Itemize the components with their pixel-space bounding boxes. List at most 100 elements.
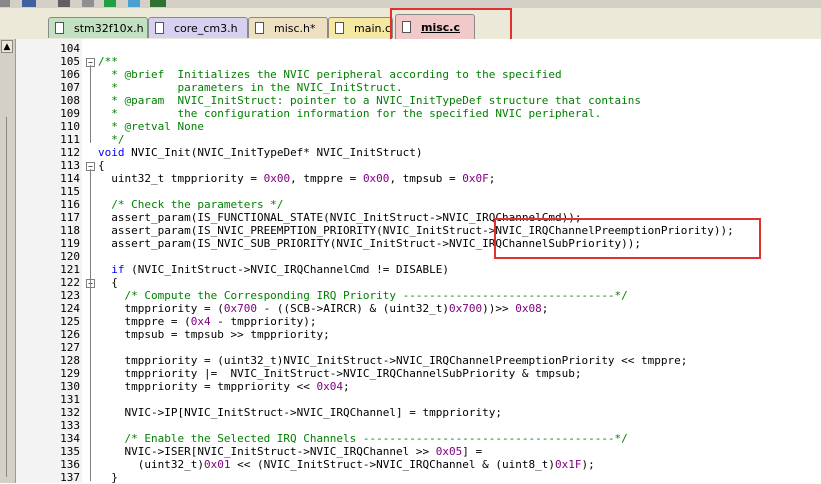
code-line[interactable]: { — [98, 276, 118, 289]
code-token: NVIC->ISER[NVIC_InitStruct->NVIC_IRQChan… — [98, 445, 436, 458]
tab-label: core_cm3.h — [174, 21, 238, 35]
target-icon[interactable] — [150, 0, 166, 7]
code-token: * @param NVIC_InitStruct: pointer to a N… — [98, 94, 642, 107]
tab-misc-h[interactable]: misc.h* — [248, 17, 328, 38]
line-number: 117 — [60, 211, 80, 224]
line-number: 133 — [60, 419, 80, 432]
line-number: 104 — [60, 42, 80, 55]
line-number: 118 — [60, 224, 80, 237]
window-icon[interactable] — [58, 0, 70, 7]
code-token: 0x0F — [462, 172, 489, 185]
code-line[interactable]: * @brief Initializes the NVIC peripheral… — [98, 68, 562, 81]
line-number: 129 — [60, 367, 80, 380]
project-panel-edge: ▲ — [0, 39, 16, 483]
code-token: void — [98, 146, 125, 159]
code-line[interactable]: tmppre = (0x4 - tmppriority); — [98, 315, 317, 328]
code-token: , tmpsub = — [389, 172, 463, 185]
code-line[interactable]: (uint32_t)0x01 << (NVIC_InitStruct->NVIC… — [98, 458, 595, 471]
code-line[interactable]: * the configuration information for the … — [98, 107, 601, 120]
code-line[interactable]: { — [98, 159, 105, 172]
code-line[interactable]: tmppriority = (uint32_t)NVIC_InitStruct-… — [98, 354, 687, 367]
config-icon[interactable] — [128, 0, 140, 7]
line-number: 113 — [60, 159, 80, 172]
document-icon — [255, 22, 264, 34]
line-number: 124 — [60, 302, 80, 315]
code-token: /* Compute the Corresponding IRQ Priorit… — [98, 289, 628, 302]
code-line[interactable]: tmpsub = tmpsub >> tmppriority; — [98, 328, 329, 341]
line-number: 135 — [60, 445, 80, 458]
code-line[interactable]: tmppriority = tmppriority << 0x04; — [98, 380, 350, 393]
code-token: 0x00 — [362, 172, 390, 185]
tab-core-cm3-h[interactable]: core_cm3.h — [148, 17, 248, 38]
code-token: 0x700 — [223, 302, 257, 315]
tab-stm32f10x-h[interactable]: stm32f10x.h — [48, 17, 148, 38]
code-line[interactable]: /* Enable the Selected IRQ Channels ----… — [98, 432, 628, 445]
code-line[interactable]: NVIC->ISER[NVIC_InitStruct->NVIC_IRQChan… — [98, 445, 482, 458]
line-number: 116 — [60, 198, 80, 211]
code-token: (NVIC_InitStruct->NVIC_IRQChannelCmd != … — [124, 263, 450, 276]
scroll-up-arrow-icon[interactable]: ▲ — [1, 40, 13, 53]
tab-label: main.c — [354, 21, 392, 35]
toolbar — [0, 0, 821, 8]
debug-icon[interactable] — [22, 0, 36, 7]
code-line[interactable]: * @retval None — [98, 120, 204, 133]
code-token: - ((SCB->AIRCR) & (uint32_t) — [256, 302, 450, 315]
code-line[interactable]: if (NVIC_InitStruct->NVIC_IRQChannelCmd … — [98, 263, 449, 276]
tab-label: stm32f10x.h — [74, 21, 144, 35]
code-line[interactable]: * parameters in the NVIC_InitStruct. — [98, 81, 403, 94]
code-token: /** — [98, 55, 118, 68]
code-token: * the configuration information for the … — [98, 107, 602, 120]
line-number: 119 — [60, 237, 80, 250]
line-number: 123 — [60, 289, 80, 302]
code-token: (uint32_t) — [98, 458, 204, 471]
line-number: 136 — [60, 458, 80, 471]
line-number: 106 — [60, 68, 80, 81]
tab-main-c[interactable]: main.c — [328, 17, 393, 38]
code-line[interactable]: } — [98, 471, 118, 484]
code-token: * @retval None — [98, 120, 204, 133]
line-number: 107 — [60, 81, 80, 94]
code-token: if — [111, 263, 125, 276]
line-number: 111 — [60, 133, 80, 146]
code-token: tmppre = ( — [98, 315, 191, 328]
fold-guide — [90, 169, 91, 481]
code-token: tmppriority = tmppriority << — [98, 380, 317, 393]
code-line[interactable]: uint32_t tmppriority = 0x00, tmppre = 0x… — [98, 172, 495, 185]
code-line[interactable]: * @param NVIC_InitStruct: pointer to a N… — [98, 94, 641, 107]
code-token: ; — [488, 172, 496, 185]
code-token: 0x04 — [316, 380, 344, 393]
layout-icon[interactable] — [82, 0, 94, 7]
code-token: ] = — [462, 445, 483, 458]
code-line[interactable]: /* Compute the Corresponding IRQ Priorit… — [98, 289, 628, 302]
code-line[interactable]: NVIC->IP[NVIC_InitStruct->NVIC_IRQChanne… — [98, 406, 502, 419]
line-number: 137 — [60, 471, 80, 484]
code-token: } — [98, 471, 118, 484]
line-number: 134 — [60, 432, 80, 445]
code-line[interactable]: tmppriority = (0x700 - ((SCB->AIRCR) & (… — [98, 302, 548, 315]
line-number: 130 — [60, 380, 80, 393]
code-token: NVIC->IP[NVIC_InitStruct->NVIC_IRQChanne… — [98, 406, 502, 419]
code-token: tmppriority = (uint32_t)NVIC_InitStruct-… — [98, 354, 688, 367]
code-line[interactable]: /* Check the parameters */ — [98, 198, 283, 211]
code-token: 0x4 — [190, 315, 211, 328]
panel-divider — [6, 117, 7, 477]
code-token: /* Enable the Selected IRQ Channels ----… — [98, 432, 628, 445]
download-icon[interactable] — [104, 0, 116, 7]
code-token: - tmppriority); — [210, 315, 317, 328]
code-token: */ — [98, 133, 125, 146]
code-line[interactable]: */ — [98, 133, 125, 146]
code-token: * parameters in the NVIC_InitStruct. — [98, 81, 403, 94]
line-number: 127 — [60, 341, 80, 354]
line-number: 108 — [60, 94, 80, 107]
toolbar-icon[interactable] — [0, 0, 10, 7]
code-token: ; — [343, 380, 350, 393]
code-highlight-box — [494, 218, 761, 259]
code-line[interactable]: tmppriority |= NVIC_InitStruct->NVIC_IRQ… — [98, 367, 581, 380]
code-token: * @brief Initializes the NVIC peripheral… — [98, 68, 562, 81]
code-line[interactable]: /** — [98, 55, 118, 68]
line-number: 125 — [60, 315, 80, 328]
line-number: 114 — [60, 172, 80, 185]
code-line[interactable]: void NVIC_Init(NVIC_InitTypeDef* NVIC_In… — [98, 146, 423, 159]
line-number: 132 — [60, 406, 80, 419]
